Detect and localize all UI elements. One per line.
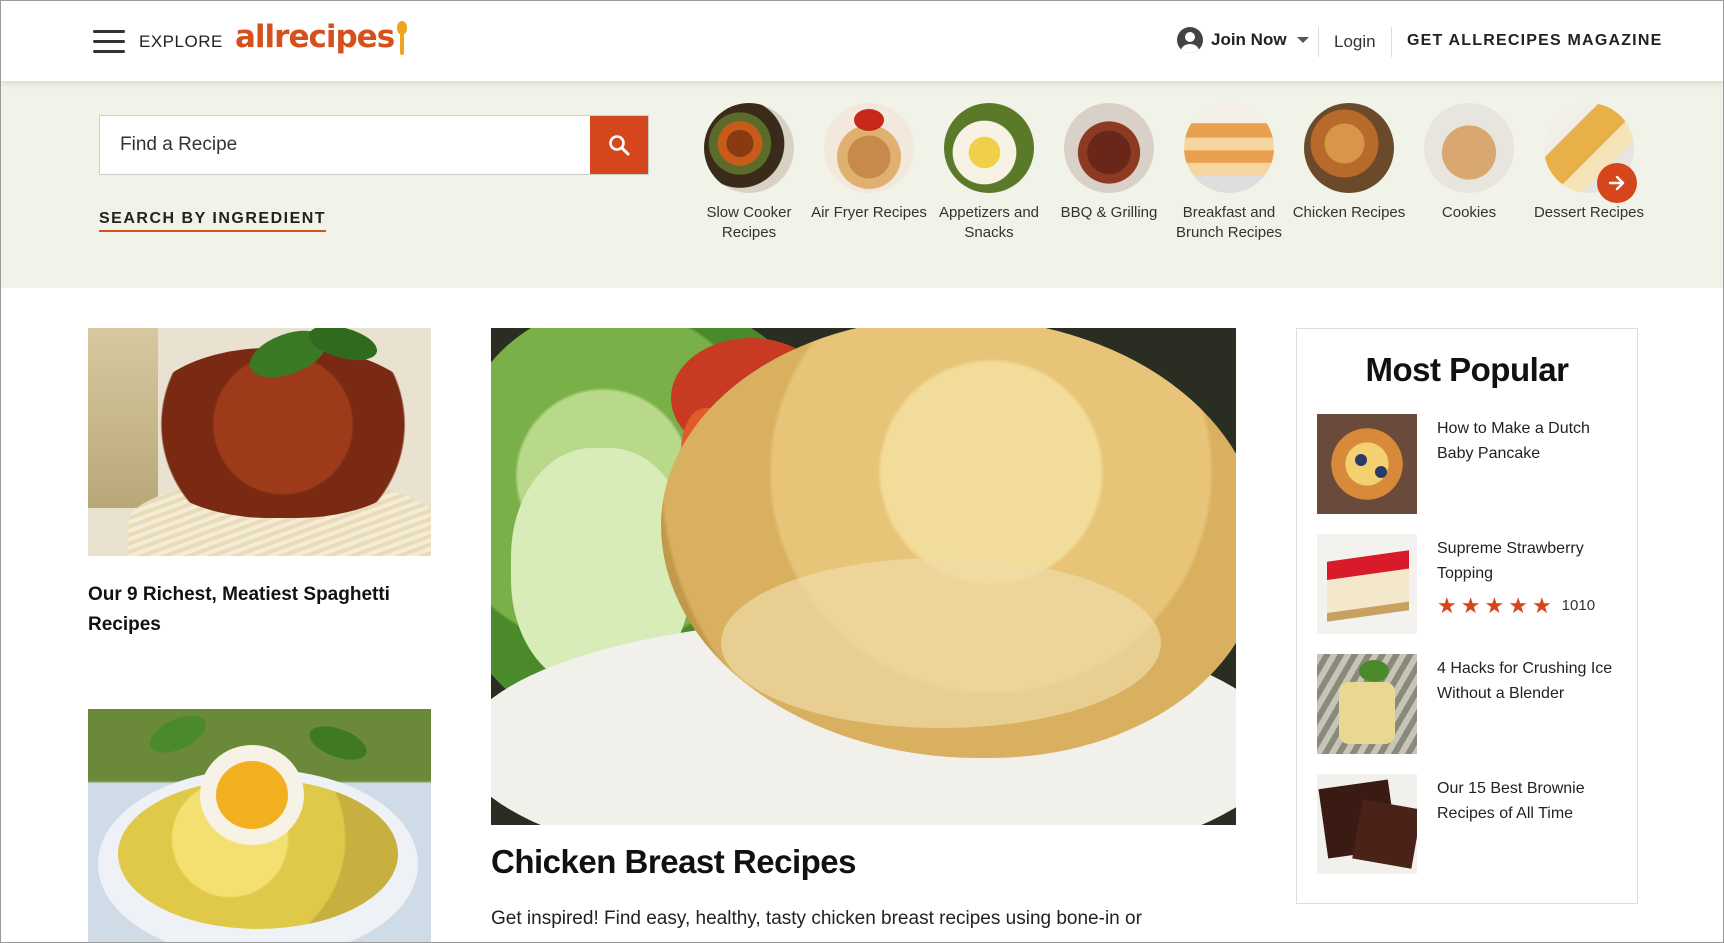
join-now-label: Join Now — [1211, 30, 1287, 49]
star-icon: ★ — [1508, 592, 1528, 618]
hero-description: Get inspired! Find easy, healthy, tasty … — [491, 908, 1142, 929]
explore-link[interactable]: EXPLORE — [139, 32, 223, 52]
card-title[interactable]: Our 9 Richest, Meatiest Spaghetti Recipe… — [88, 580, 431, 640]
category-image — [1304, 103, 1394, 193]
login-link[interactable]: Login — [1334, 32, 1376, 52]
popular-item[interactable]: Supreme Strawberry Topping ★ ★ ★ ★ ★ 101… — [1317, 534, 1627, 634]
potato-salad-image — [88, 709, 431, 942]
popular-item-title: Our 15 Best Brownie Recipes of All Time — [1437, 780, 1585, 822]
category-label: Dessert Recipes — [1533, 204, 1645, 221]
spoon-icon — [397, 19, 408, 57]
popular-item-body: Supreme Strawberry Topping ★ ★ ★ ★ ★ 101… — [1437, 534, 1627, 634]
hero-title[interactable]: Chicken Breast Recipes — [491, 843, 857, 881]
site-header: EXPLORE allrecipes Join Now Login GET AL… — [1, 1, 1723, 81]
category-image — [944, 103, 1034, 193]
logo-text: allrecipes — [235, 19, 395, 55]
popular-thumbnail — [1317, 654, 1417, 754]
rating-count: 1010 — [1561, 597, 1596, 614]
popular-item[interactable]: Our 15 Best Brownie Recipes of All Time — [1317, 774, 1627, 874]
category-label: Chicken Recipes — [1292, 204, 1406, 221]
magazine-link[interactable]: GET ALLRECIPES MAGAZINE — [1407, 32, 1662, 50]
category-carousel: Slow Cooker Recipes Air Fryer Recipes Ap… — [689, 103, 1649, 243]
header-divider — [1318, 27, 1319, 57]
left-card[interactable]: Our 9 Richest, Meatiest Spaghetti Recipe… — [88, 328, 431, 640]
search-input[interactable] — [100, 116, 590, 174]
popular-item-title: How to Make a Dutch Baby Pancake — [1437, 420, 1590, 462]
category-bbq[interactable]: BBQ & Grilling — [1049, 103, 1169, 243]
category-image — [1424, 103, 1514, 193]
star-icon: ★ — [1437, 592, 1457, 618]
browser-viewport: EXPLORE allrecipes Join Now Login GET AL… — [0, 0, 1724, 943]
category-label: BBQ & Grilling — [1060, 204, 1158, 221]
category-label: Air Fryer Recipes — [811, 204, 927, 221]
category-air-fryer[interactable]: Air Fryer Recipes — [809, 103, 929, 243]
category-slow-cooker[interactable]: Slow Cooker Recipes — [689, 103, 809, 243]
category-image — [824, 103, 914, 193]
allrecipes-logo[interactable]: allrecipes — [235, 19, 408, 57]
spaghetti-image — [88, 328, 431, 556]
most-popular-panel: Most Popular How to Make a Dutch Baby Pa… — [1296, 328, 1638, 904]
star-icon: ★ — [1460, 592, 1481, 618]
category-cookies[interactable]: Cookies — [1409, 103, 1529, 243]
category-label: Slow Cooker Recipes — [706, 204, 792, 241]
category-label: Appetizers and Snacks — [938, 204, 1040, 241]
rating-stars: ★ ★ ★ ★ ★ 1010 — [1437, 593, 1627, 618]
category-label: Breakfast and Brunch Recipes — [1176, 204, 1282, 241]
popular-item[interactable]: How to Make a Dutch Baby Pancake — [1317, 414, 1627, 514]
chevron-down-icon — [1296, 37, 1309, 43]
search-by-ingredient-link[interactable]: SEARCH BY INGREDIENT — [99, 210, 327, 232]
search-form — [99, 115, 649, 175]
search-icon — [609, 135, 630, 156]
popular-item-title: Supreme Strawberry Topping — [1437, 540, 1584, 582]
popular-thumbnail — [1317, 534, 1417, 634]
star-icon: ★ — [1484, 592, 1505, 618]
popular-thumbnail — [1317, 414, 1417, 514]
star-icon: ★ — [1531, 592, 1552, 618]
carousel-next-button[interactable] — [1597, 163, 1637, 203]
popular-thumbnail — [1317, 774, 1417, 874]
most-popular-title: Most Popular — [1365, 351, 1569, 388]
popular-item-title: 4 Hacks for Crushing Ice Without a Blend… — [1437, 660, 1613, 702]
menu-icon[interactable] — [93, 30, 125, 54]
header-divider — [1391, 27, 1392, 57]
popular-item[interactable]: 4 Hacks for Crushing Ice Without a Blend… — [1317, 654, 1627, 754]
join-now-button[interactable]: Join Now — [1177, 27, 1309, 53]
user-icon — [1177, 27, 1203, 53]
category-image — [704, 103, 794, 193]
potato-salad-card[interactable] — [88, 709, 431, 942]
category-label: Cookies — [1441, 204, 1497, 221]
category-image — [1184, 103, 1274, 193]
category-image — [1064, 103, 1154, 193]
category-breakfast[interactable]: Breakfast and Brunch Recipes — [1169, 103, 1289, 243]
category-appetizers[interactable]: Appetizers and Snacks — [929, 103, 1049, 243]
search-band: SEARCH BY INGREDIENT Slow Cooker Recipes… — [1, 81, 1723, 288]
category-chicken[interactable]: Chicken Recipes — [1289, 103, 1409, 243]
search-button[interactable] — [590, 116, 648, 174]
hero-image[interactable] — [491, 328, 1236, 825]
arrow-right-icon — [1608, 175, 1625, 191]
